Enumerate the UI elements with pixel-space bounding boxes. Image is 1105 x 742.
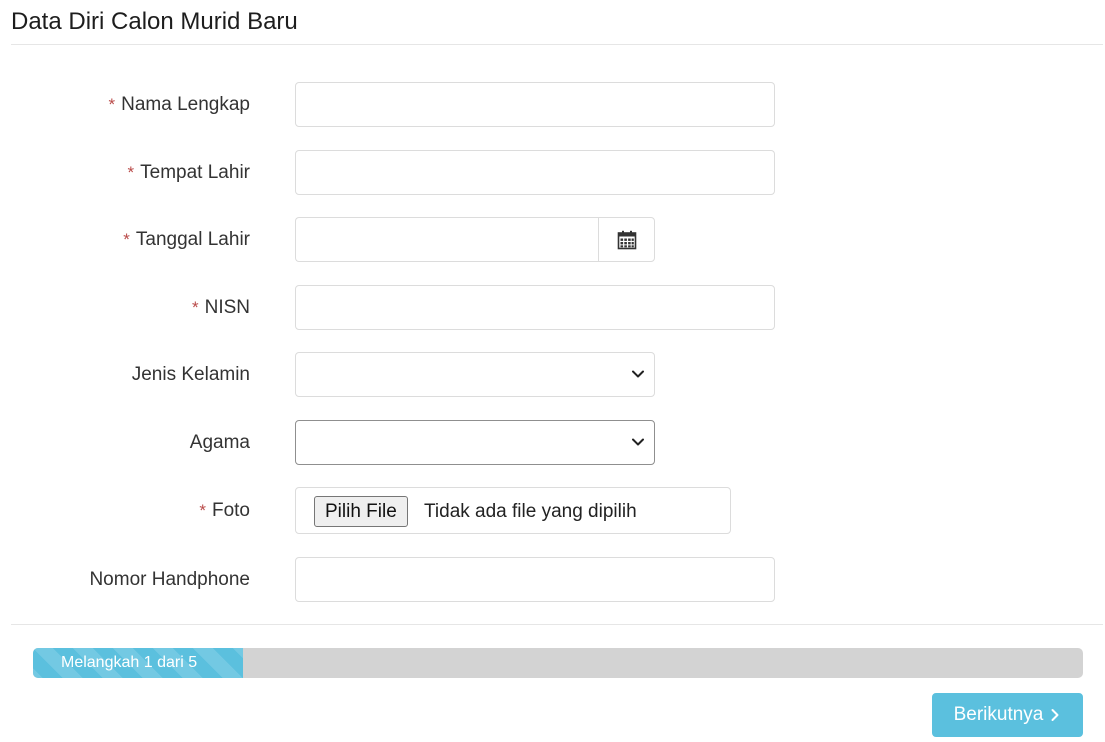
page-title: Data Diri Calon Murid Baru — [11, 8, 298, 35]
tempat-lahir-label: * Tempat Lahir — [128, 150, 250, 196]
chevron-down-icon — [632, 370, 644, 378]
required-mark: * — [127, 163, 135, 182]
form-row-nama-lengkap: * Nama Lengkap — [0, 82, 1105, 128]
nisn-label-text: NISN — [204, 297, 250, 318]
required-mark: * — [123, 230, 130, 249]
calendar-icon — [617, 230, 636, 249]
nisn-label: * NISN — [192, 285, 250, 331]
form-row-tanggal-lahir: * Tanggal Lahir — [0, 217, 1105, 263]
form-row-agama: Agama — [0, 420, 1105, 466]
form-row-nomor-handphone: Nomor Handphone — [0, 557, 1105, 603]
required-mark: * — [191, 298, 199, 317]
chevron-down-icon — [632, 438, 644, 446]
tanggal-lahir-label: * Tanggal Lahir — [123, 217, 250, 263]
nisn-input[interactable] — [295, 285, 775, 330]
tempat-lahir-label-text: Tempat Lahir — [140, 162, 250, 183]
file-status-text: Tidak ada file yang dipilih — [424, 501, 637, 522]
foto-file-input[interactable]: Pilih File Tidak ada file yang dipilih — [295, 487, 731, 534]
nama-lengkap-label-text: Nama Lengkap — [121, 94, 250, 115]
tanggal-lahir-input[interactable] — [295, 217, 599, 262]
agama-select[interactable] — [295, 420, 655, 465]
foto-label: * Foto — [199, 487, 250, 534]
nama-lengkap-label: * Nama Lengkap — [109, 82, 251, 128]
header-divider — [11, 44, 1103, 45]
choose-file-button[interactable]: Pilih File — [314, 496, 408, 527]
jenis-kelamin-select[interactable] — [295, 352, 655, 397]
jenis-kelamin-label: Jenis Kelamin — [131, 364, 250, 385]
chevron-right-icon — [1051, 709, 1059, 721]
required-mark: * — [108, 95, 116, 114]
foto-label-text: Foto — [211, 500, 250, 521]
date-picker-button[interactable] — [598, 217, 655, 262]
nama-lengkap-input[interactable] — [295, 82, 775, 127]
progress-bar: Melangkah 1 dari 5 — [33, 648, 1083, 678]
form-row-nisn: * NISN — [0, 285, 1105, 331]
next-button-label: Berikutnya — [953, 704, 1044, 725]
required-mark: * — [199, 501, 206, 520]
nomor-handphone-label: Nomor Handphone — [89, 569, 250, 590]
tempat-lahir-input[interactable] — [295, 150, 775, 195]
progress-label: Melangkah 1 dari 5 — [61, 654, 198, 671]
form-row-tempat-lahir: * Tempat Lahir — [0, 150, 1105, 196]
form-row-foto: * Foto Pilih File Tidak ada file yang dip… — [0, 487, 1105, 534]
next-button[interactable]: Berikutnya — [932, 693, 1083, 737]
footer-divider — [11, 624, 1103, 625]
form-row-jenis-kelamin: Jenis Kelamin — [0, 352, 1105, 398]
nomor-handphone-input[interactable] — [295, 557, 775, 602]
agama-label: Agama — [189, 432, 250, 453]
tanggal-lahir-label-text: Tanggal Lahir — [135, 229, 250, 250]
